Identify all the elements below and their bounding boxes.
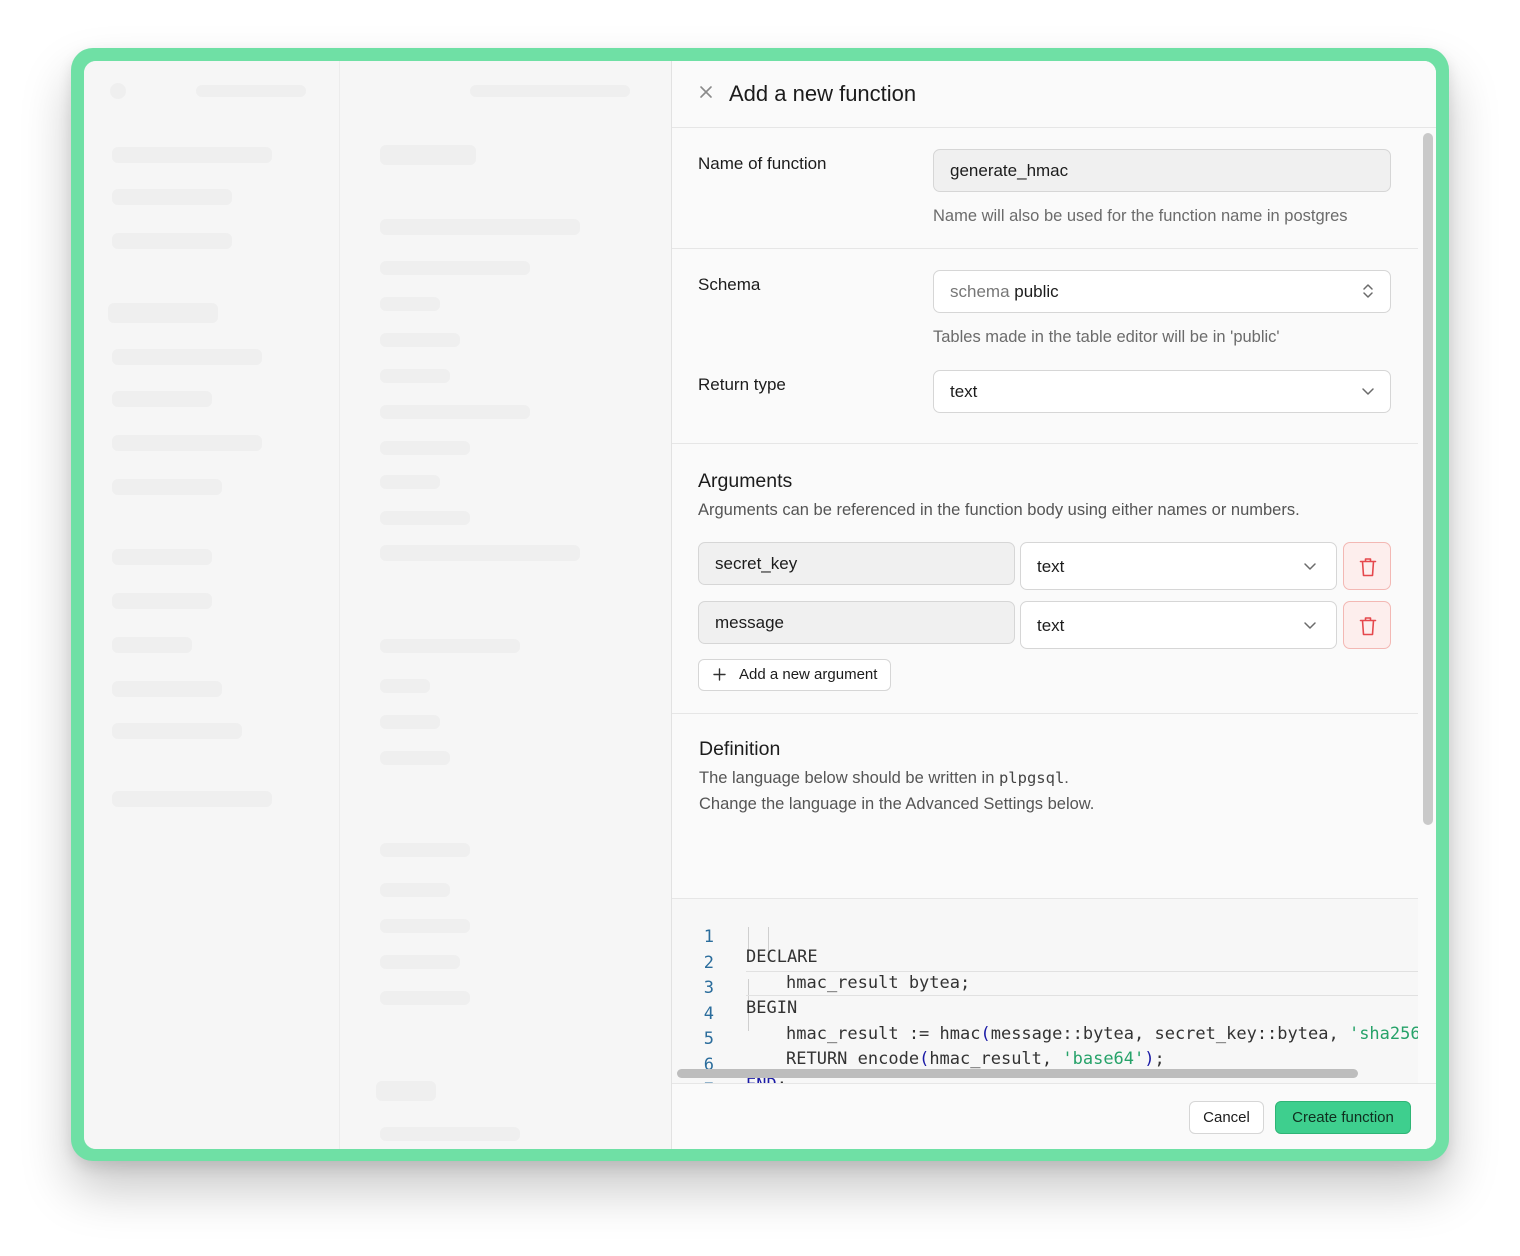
chevron-down-icon [1302,558,1318,574]
schema-hint: Tables made in the table editor will be … [933,328,1280,346]
panel-body[interactable]: Name of function generate_hmac Name will… [672,128,1418,1083]
app-window: Add a new function Name of function gene… [84,61,1436,1149]
cancel-button[interactable]: Cancel [1189,1101,1264,1134]
trash-icon [1359,617,1377,636]
arguments-heading: Arguments [698,470,793,492]
return-type-select[interactable]: text [933,370,1391,413]
return-type-label: Return type [698,375,786,394]
name-section: Name of function generate_hmac Name will… [672,128,1418,249]
add-argument-label: Add a new argument [739,666,878,683]
argument-type-select[interactable]: text [1020,542,1337,590]
code-line: 2 hmac_result bytea; [703,953,971,993]
definition-section: Definition The language below should be … [672,714,1418,898]
chevron-down-icon [1360,383,1376,399]
vertical-scrollbar[interactable] [1423,133,1433,825]
schema-section: Schema schema public Tables made in the … [672,249,1418,444]
panel-header: Add a new function [672,61,1436,128]
argument-type-select[interactable]: text [1020,601,1337,649]
language-name: plpgsql [998,769,1065,787]
return-type-value: text [950,382,978,401]
horizontal-scrollbar[interactable] [677,1069,1358,1078]
delete-argument-button[interactable] [1343,542,1391,590]
argument-name-input[interactable]: message [698,601,1015,644]
delete-argument-button[interactable] [1343,601,1391,649]
active-line-highlight [746,971,1418,996]
background-app [84,61,672,1149]
definition-heading: Definition [699,738,781,760]
function-name-hint: Name will also be used for the function … [933,207,1348,225]
chevron-down-icon [1302,617,1318,633]
schema-prefix: schema [950,282,1010,301]
add-argument-button[interactable]: Add a new argument [698,659,892,691]
code-line: 6 END; [703,1055,787,1083]
schema-select[interactable]: schema public [933,270,1391,313]
function-name-input[interactable]: generate_hmac [933,149,1391,192]
definition-description: The language below should be written in … [699,769,1069,787]
create-function-button[interactable]: Create function [1275,1101,1411,1134]
schema-label: Schema [698,275,761,294]
argument-name-input[interactable]: secret_key [698,542,1015,585]
panel-title: Add a new function [729,81,917,106]
argument-type-value: text [1037,557,1065,576]
function-name-label: Name of function [698,154,827,173]
arguments-description: Arguments can be referenced in the funct… [698,501,1300,519]
chevron-up-down-icon [1360,283,1376,299]
plus-icon [713,668,726,681]
add-function-panel: Add a new function Name of function gene… [671,61,1436,1149]
definition-description-line2: Change the language in the Advanced Sett… [699,795,1095,813]
schema-value: public [1014,282,1059,301]
close-icon[interactable] [699,85,713,99]
code-line: 1 DECLARE [703,927,818,967]
panel-footer: Cancel Create function [672,1083,1436,1149]
trash-icon [1359,558,1377,577]
argument-type-value: text [1037,616,1065,635]
code-line: 5 RETURN encode(hmac_result, 'base64'); [703,1029,1165,1069]
